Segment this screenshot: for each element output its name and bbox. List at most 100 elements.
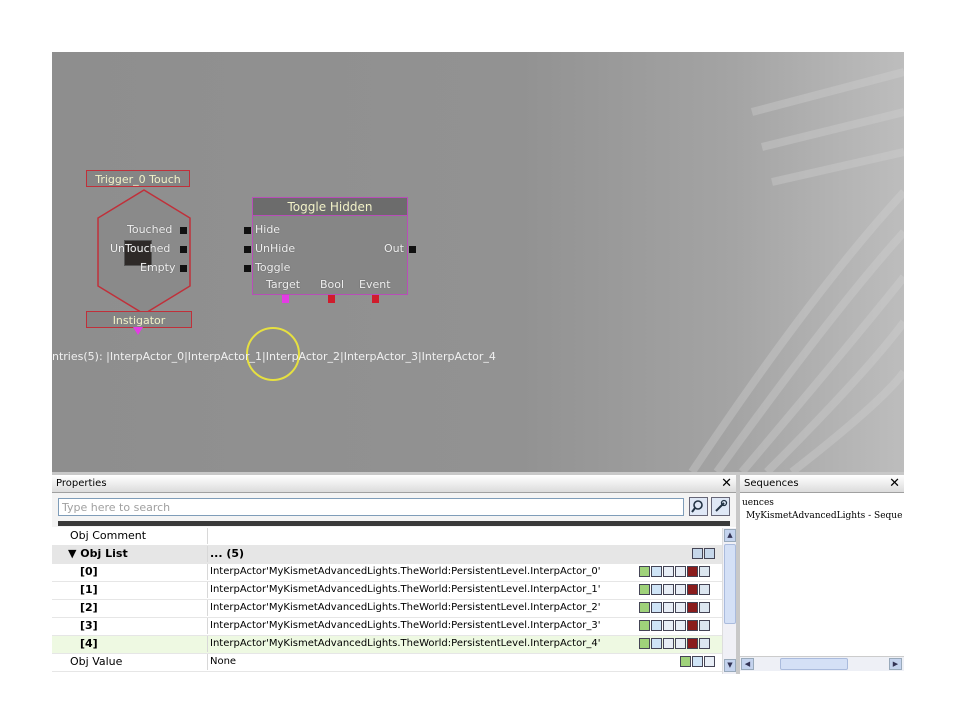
- event-label: Event: [359, 278, 391, 291]
- insert-icon[interactable]: [699, 638, 710, 649]
- property-value[interactable]: None: [210, 654, 630, 670]
- find-icon[interactable]: [651, 602, 662, 613]
- sequences-horizontal-scrollbar[interactable]: ◀ ▶: [740, 656, 904, 671]
- browse-icon[interactable]: [675, 620, 686, 631]
- out-output-connector[interactable]: [409, 246, 416, 253]
- value-tools: [680, 656, 716, 668]
- insert-icon[interactable]: [699, 602, 710, 613]
- use-selected-icon[interactable]: [663, 638, 674, 649]
- go-to-actor-icon[interactable]: [639, 638, 650, 649]
- property-row-obj-comment[interactable]: Obj Comment: [52, 528, 722, 546]
- find-icon[interactable]: [651, 638, 662, 649]
- magnifier-icon[interactable]: [689, 497, 708, 516]
- property-row-item-1[interactable]: [1] InterpActor'MyKismetAdvancedLights.T…: [52, 582, 722, 600]
- unhide-input-connector[interactable]: [244, 246, 251, 253]
- property-row-obj-list[interactable]: ▼ Obj List ... (5): [52, 546, 722, 564]
- property-name: [0]: [52, 564, 208, 580]
- go-to-actor-icon[interactable]: [639, 566, 650, 577]
- browse-icon[interactable]: [675, 602, 686, 613]
- scroll-left-arrow-icon[interactable]: ◀: [741, 658, 754, 670]
- property-row-item-0[interactable]: [0] InterpActor'MyKismetAdvancedLights.T…: [52, 564, 722, 582]
- property-value[interactable]: InterpActor'MyKismetAdvancedLights.TheWo…: [210, 618, 630, 634]
- property-value[interactable]: InterpActor'MyKismetAdvancedLights.TheWo…: [210, 600, 630, 616]
- collapse-all-icon[interactable]: [704, 548, 715, 559]
- scroll-down-arrow-icon[interactable]: ▼: [724, 659, 736, 672]
- property-name[interactable]: ▼ Obj List: [52, 546, 208, 562]
- use-selected-icon[interactable]: [663, 584, 674, 595]
- expand-all-icon[interactable]: [692, 548, 703, 559]
- go-to-actor-icon[interactable]: [639, 620, 650, 631]
- event-node-title[interactable]: Trigger_0 Touch: [86, 170, 190, 187]
- action-node-title[interactable]: Toggle Hidden: [252, 197, 408, 216]
- clear-icon[interactable]: [687, 638, 698, 649]
- use-selected-icon[interactable]: [663, 566, 674, 577]
- find-icon[interactable]: [651, 620, 662, 631]
- hide-label: Hide: [255, 223, 281, 236]
- array-tools: [692, 548, 716, 560]
- untouched-label: UnTouched: [110, 242, 171, 255]
- instigator-label[interactable]: Instigator: [86, 311, 192, 328]
- scrollbar-thumb[interactable]: [780, 658, 848, 670]
- hide-input-connector[interactable]: [244, 227, 251, 234]
- property-value[interactable]: InterpActor'MyKismetAdvancedLights.TheWo…: [210, 564, 630, 580]
- item-tools: [639, 602, 711, 614]
- browse-icon[interactable]: [675, 638, 686, 649]
- sequence-tree-item[interactable]: MyKismetAdvancedLights - Sequence: [742, 510, 902, 523]
- property-row-item-2[interactable]: [2] InterpActor'MyKismetAdvancedLights.T…: [52, 600, 722, 618]
- property-row-item-4[interactable]: [4] InterpActor'MyKismetAdvancedLights.T…: [52, 636, 722, 654]
- sequence-tree: uences MyKismetAdvancedLights - Sequence: [742, 497, 902, 523]
- empty-output-connector[interactable]: [180, 265, 187, 272]
- browse-icon[interactable]: [675, 566, 686, 577]
- use-selected-icon[interactable]: [663, 602, 674, 613]
- property-value[interactable]: InterpActor'MyKismetAdvancedLights.TheWo…: [210, 636, 630, 652]
- kismet-editor-window: Trigger_0 Touch Touched UnTouched Empty …: [52, 52, 904, 674]
- use-selected-icon[interactable]: [704, 656, 715, 667]
- scroll-up-arrow-icon[interactable]: ▲: [724, 529, 736, 542]
- scroll-right-arrow-icon[interactable]: ▶: [889, 658, 902, 670]
- clear-icon[interactable]: [687, 584, 698, 595]
- toggle-input-connector[interactable]: [244, 265, 251, 272]
- search-bar: [52, 493, 736, 527]
- go-to-actor-icon[interactable]: [639, 584, 650, 595]
- go-to-actor-icon[interactable]: [639, 602, 650, 613]
- find-icon[interactable]: [651, 566, 662, 577]
- target-variable-connector[interactable]: [282, 295, 289, 303]
- kismet-canvas[interactable]: Trigger_0 Touch Touched UnTouched Empty …: [52, 52, 904, 472]
- untouched-output-connector[interactable]: [180, 246, 187, 253]
- property-row-obj-value[interactable]: Obj Value None: [52, 654, 722, 672]
- sequences-title: Sequences: [744, 478, 799, 489]
- insert-icon[interactable]: [699, 584, 710, 595]
- property-value: ... (5): [210, 547, 245, 560]
- property-name: [2]: [52, 600, 208, 616]
- properties-vertical-scrollbar[interactable]: ▲ ▼: [722, 528, 736, 674]
- find-icon[interactable]: [651, 584, 662, 595]
- property-row-item-3[interactable]: [3] InterpActor'MyKismetAdvancedLights.T…: [52, 618, 722, 636]
- properties-close-button[interactable]: ✕: [721, 475, 732, 493]
- insert-icon[interactable]: [699, 620, 710, 631]
- property-grid: Obj Comment ▼ Obj List ... (5) [0] Inter…: [52, 528, 722, 672]
- instigator-connector[interactable]: [133, 327, 143, 335]
- find-icon[interactable]: [692, 656, 703, 667]
- scrollbar-thumb[interactable]: [724, 544, 736, 624]
- sequence-tree-root[interactable]: uences: [742, 497, 902, 510]
- clear-icon[interactable]: [687, 620, 698, 631]
- properties-panel: Properties ✕ Obj Comment: [52, 475, 736, 674]
- category-divider-bar: [58, 521, 730, 526]
- clear-icon[interactable]: [687, 566, 698, 577]
- wrench-icon[interactable]: [711, 497, 730, 516]
- browse-icon[interactable]: [675, 584, 686, 595]
- use-selected-icon[interactable]: [663, 620, 674, 631]
- item-tools: [639, 584, 711, 596]
- sequences-close-button[interactable]: ✕: [889, 475, 900, 493]
- go-to-actor-icon[interactable]: [680, 656, 691, 667]
- property-value[interactable]: InterpActor'MyKismetAdvancedLights.TheWo…: [210, 582, 630, 598]
- insert-icon[interactable]: [699, 566, 710, 577]
- event-variable-connector[interactable]: [372, 295, 379, 303]
- toggle-label: Toggle: [255, 261, 291, 274]
- touched-output-connector[interactable]: [180, 227, 187, 234]
- clear-icon[interactable]: [687, 602, 698, 613]
- bool-variable-connector[interactable]: [328, 295, 335, 303]
- search-input[interactable]: [58, 498, 684, 516]
- properties-header: Properties ✕: [52, 475, 736, 493]
- property-name: [4]: [52, 636, 208, 652]
